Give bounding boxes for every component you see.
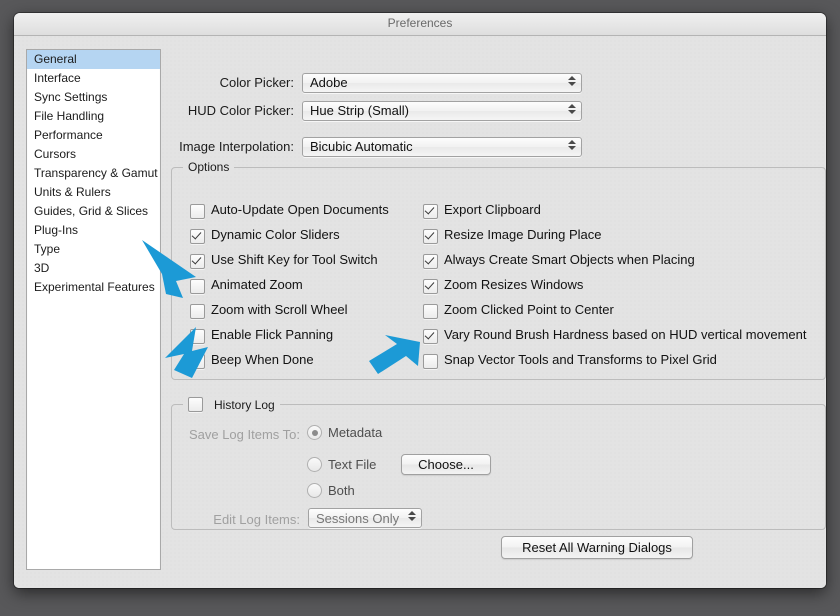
radio-text-file[interactable]: Text File [307,457,376,472]
checkbox-icon[interactable] [423,329,438,344]
sidebar-item-interface[interactable]: Interface [27,69,160,88]
hud-color-picker-row: HUD Color Picker: Hue Strip (Small) [169,100,582,121]
edit-log-items-select[interactable]: Sessions Only [308,508,422,528]
checkbox-label: Use Shift Key for Tool Switch [211,252,378,267]
checkbox-label: Dynamic Color Sliders [211,227,340,242]
chevron-updown-icon [567,103,576,118]
dialog-body: General Interface Sync Settings File Han… [14,36,826,588]
checkbox-label: Zoom Clicked Point to Center [444,302,614,317]
sidebar-item-cursors[interactable]: Cursors [27,145,160,164]
radio-icon[interactable] [307,483,322,498]
color-picker-value: Adobe [310,75,348,90]
hud-color-picker-value: Hue Strip (Small) [310,103,409,118]
edit-log-items-value: Sessions Only [316,510,400,526]
options-group: Options [171,160,826,380]
sidebar-item-performance[interactable]: Performance [27,126,160,145]
options-group-title: Options [183,160,235,174]
checkbox-label: Zoom with Scroll Wheel [211,302,348,317]
checkbox-zoom-clicked-point-to-center[interactable]: Zoom Clicked Point to Center [423,302,614,319]
checkbox-vary-round-brush-hardness[interactable]: Vary Round Brush Hardness based on HUD v… [423,327,806,344]
checkbox-enable-flick-panning[interactable]: Enable Flick Panning [190,327,333,344]
history-log-group-title: History Log [183,397,280,412]
checkbox-zoom-with-scroll-wheel[interactable]: Zoom with Scroll Wheel [190,302,348,319]
color-picker-label: Color Picker: [219,75,294,90]
checkbox-icon[interactable] [423,304,438,319]
dialog-title: Preferences [387,16,453,30]
sidebar-item-guides-grid-slices[interactable]: Guides, Grid & Slices [27,202,160,221]
radio-icon[interactable] [307,425,322,440]
save-log-items-to-label: Save Log Items To: [188,427,300,442]
checkbox-icon[interactable] [190,354,205,369]
checkbox-label: Snap Vector Tools and Transforms to Pixe… [444,352,717,367]
checkbox-zoom-resizes-windows[interactable]: Zoom Resizes Windows [423,277,583,294]
checkbox-icon[interactable] [190,279,205,294]
chevron-updown-icon [567,75,576,90]
chevron-updown-icon [407,511,416,525]
image-interpolation-row: Image Interpolation: Bicubic Automatic [144,136,582,157]
radio-metadata[interactable]: Metadata [307,425,382,440]
checkbox-icon[interactable] [190,204,205,219]
radio-both[interactable]: Both [307,483,355,498]
checkbox-export-clipboard[interactable]: Export Clipboard [423,202,541,219]
radio-label: Both [328,483,355,498]
sidebar-item-type[interactable]: Type [27,240,160,259]
checkbox-icon[interactable] [423,254,438,269]
checkbox-icon[interactable] [423,354,438,369]
radio-icon[interactable] [307,457,322,472]
hud-color-picker-label: HUD Color Picker: [187,103,294,118]
checkbox-icon[interactable] [423,279,438,294]
checkbox-label: Resize Image During Place [444,227,602,242]
checkbox-always-create-smart-objects-when-placing[interactable]: Always Create Smart Objects when Placing [423,252,695,269]
radio-label: Metadata [328,425,383,440]
image-interpolation-label: Image Interpolation: [179,139,294,154]
checkbox-auto-update-open-documents[interactable]: Auto-Update Open Documents [190,202,389,219]
edit-log-items-label: Edit Log Items: [213,512,300,527]
checkbox-label: Vary Round Brush Hardness based on HUD v… [444,327,807,342]
checkbox-beep-when-done[interactable]: Beep When Done [190,352,314,369]
image-interpolation-select[interactable]: Bicubic Automatic [302,136,582,157]
radio-label: Text File [328,457,377,472]
sidebar-item-3d[interactable]: 3D [27,259,160,278]
checkbox-icon[interactable] [190,229,205,244]
dialog-titlebar: Preferences [14,13,826,36]
checkbox-use-shift-key-for-tool-switch[interactable]: Use Shift Key for Tool Switch [190,252,378,269]
checkbox-icon[interactable] [190,329,205,344]
hud-color-picker-select[interactable]: Hue Strip (Small) [302,100,582,121]
checkbox-icon[interactable] [190,254,205,269]
checkbox-label: Enable Flick Panning [211,327,334,342]
color-picker-select[interactable]: Adobe [302,72,582,93]
choose-button[interactable]: Choose... [401,454,491,475]
checkbox-history-log-icon[interactable] [188,397,203,412]
checkbox-snap-vector-tools-to-pixel-grid[interactable]: Snap Vector Tools and Transforms to Pixe… [423,352,717,369]
checkbox-label: Zoom Resizes Windows [444,277,584,292]
preferences-dialog: Preferences General Interface Sync Setti… [14,13,826,588]
options-group-title-text: Options [188,160,230,174]
sidebar-item-plug-ins[interactable]: Plug-Ins [27,221,160,240]
sidebar-item-units-rulers[interactable]: Units & Rulers [27,183,160,202]
sidebar-item-transparency-gamut[interactable]: Transparency & Gamut [27,164,160,183]
checkbox-label: Auto-Update Open Documents [211,202,389,217]
sidebar-item-file-handling[interactable]: File Handling [27,107,160,126]
checkbox-label: Animated Zoom [211,277,303,292]
category-sidebar[interactable]: General Interface Sync Settings File Han… [26,49,161,570]
color-picker-row: Color Picker: Adobe [169,72,582,93]
history-log-group-title-text: History Log [214,397,275,412]
sidebar-item-sync-settings[interactable]: Sync Settings [27,88,160,107]
checkbox-animated-zoom[interactable]: Animated Zoom [190,277,303,294]
checkbox-label: Export Clipboard [444,202,541,217]
sidebar-item-experimental-features[interactable]: Experimental Features [27,278,160,297]
checkbox-icon[interactable] [423,204,438,219]
checkbox-resize-image-during-place[interactable]: Resize Image During Place [423,227,602,244]
checkbox-label: Beep When Done [211,352,314,367]
checkbox-icon[interactable] [190,304,205,319]
checkbox-dynamic-color-sliders[interactable]: Dynamic Color Sliders [190,227,340,244]
checkbox-label: Always Create Smart Objects when Placing [444,252,695,267]
image-interpolation-value: Bicubic Automatic [310,139,413,154]
sidebar-item-general[interactable]: General [27,50,160,69]
chevron-updown-icon [567,139,576,154]
reset-all-warning-dialogs-button[interactable]: Reset All Warning Dialogs [501,536,693,559]
checkbox-icon[interactable] [423,229,438,244]
